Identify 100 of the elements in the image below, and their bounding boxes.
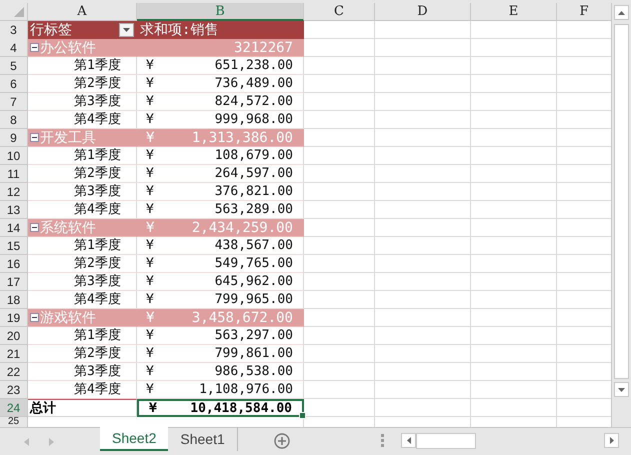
amount-text: 438,567.00 [214, 239, 293, 252]
row-number[interactable]: 20 [0, 327, 28, 345]
sheet-tab[interactable]: Sheet1 [168, 427, 238, 451]
row-number[interactable]: 6 [0, 75, 28, 93]
row-number[interactable]: 3 [0, 21, 28, 40]
amount-text: 2,434,259.00 [192, 220, 293, 234]
row-number[interactable]: 24 [0, 399, 28, 417]
amount-text: 651,238.00 [214, 59, 293, 72]
collapse-icon[interactable] [30, 223, 39, 232]
currency-symbol: ¥ [146, 185, 154, 198]
corner-triangle-icon [14, 7, 24, 17]
currency-symbol: ¥ [146, 113, 154, 126]
up-arrow-icon [618, 10, 625, 14]
horizontal-scroll-thumb[interactable] [416, 433, 476, 449]
row-number[interactable]: 15 [0, 237, 28, 255]
label-text: 第4季度 [74, 293, 121, 306]
amount-text: 645,962.00 [214, 275, 293, 288]
row-number[interactable]: 11 [0, 165, 28, 183]
label-text: 第3季度 [74, 185, 121, 198]
column-header[interactable]: D [375, 3, 471, 21]
label-text: 总计 [30, 402, 56, 414]
column-header[interactable]: A [28, 3, 137, 21]
currency-symbol: ¥ [146, 293, 154, 306]
row-number[interactable]: 19 [0, 309, 28, 327]
currency-symbol: ¥ [146, 310, 154, 324]
amount-text: 563,289.00 [214, 203, 293, 216]
row-number[interactable]: 16 [0, 255, 28, 273]
row-number[interactable]: 4 [0, 39, 28, 57]
row-number[interactable]: 23 [0, 381, 28, 399]
amount-text: 999,968.00 [214, 113, 293, 126]
label-text: 第3季度 [74, 95, 121, 108]
row-number[interactable]: 8 [0, 111, 28, 129]
fill-handle[interactable] [299, 412, 306, 419]
currency-symbol: ¥ [149, 402, 157, 414]
column-header[interactable]: E [471, 3, 557, 21]
currency-symbol: ¥ [146, 77, 154, 90]
column-header[interactable]: B [137, 3, 304, 21]
amount-text: 1,108,976.00 [199, 383, 293, 396]
currency-symbol: ¥ [146, 167, 154, 180]
label-text: 第1季度 [74, 149, 121, 162]
amount-text: 10,418,584.00 [190, 402, 292, 414]
amount-text: 824,572.00 [214, 95, 293, 108]
label-text: 第2季度 [74, 77, 121, 90]
collapse-icon[interactable] [30, 133, 39, 142]
pivot-header-cell: 求和项:销售 [137, 21, 304, 40]
plus-icon [274, 433, 290, 449]
vertical-scroll-thumb[interactable] [614, 24, 629, 379]
amount-text: 376,821.00 [214, 185, 293, 198]
header-label: 行标签 [30, 23, 72, 37]
scroll-left-button[interactable] [401, 433, 416, 448]
amount-text: 3212267 [234, 40, 293, 54]
currency-symbol: ¥ [146, 383, 154, 396]
amount-text: 736,489.00 [214, 77, 293, 90]
row-number[interactable]: 7 [0, 93, 28, 111]
label-text: 第4季度 [74, 113, 121, 126]
row-number[interactable]: 13 [0, 201, 28, 219]
label-text: 开发工具 [40, 130, 96, 144]
scroll-up-button[interactable] [614, 5, 629, 20]
label-text: 办公软件 [40, 40, 96, 54]
amount-text: 108,679.00 [214, 149, 293, 162]
row-number[interactable]: 17 [0, 273, 28, 291]
currency-symbol: ¥ [146, 220, 154, 234]
row-number[interactable]: 12 [0, 183, 28, 201]
amount-text: 799,965.00 [214, 293, 293, 306]
amount-text: 264,597.00 [214, 167, 293, 180]
column-header[interactable]: F [557, 3, 612, 21]
currency-symbol: ¥ [146, 239, 154, 252]
row-number[interactable]: 14 [0, 219, 28, 237]
add-sheet-button[interactable] [272, 433, 291, 451]
currency-symbol: ¥ [146, 365, 154, 378]
left-arrow-icon [406, 437, 410, 444]
row-number[interactable]: 21 [0, 345, 28, 363]
collapse-icon[interactable] [30, 43, 39, 52]
sheet-tab[interactable]: Sheet2 [100, 427, 168, 451]
label-text: 系统软件 [40, 220, 96, 234]
down-arrow-icon [618, 388, 625, 392]
scroll-right-button[interactable] [604, 433, 619, 448]
collapse-icon[interactable] [30, 313, 39, 322]
caret-icon [123, 28, 130, 32]
filter-dropdown-button[interactable] [119, 23, 134, 37]
row-number[interactable]: 10 [0, 147, 28, 165]
amount-text: 563,297.00 [214, 329, 293, 342]
row-number[interactable]: 22 [0, 363, 28, 381]
label-text: 第1季度 [74, 329, 121, 342]
amount-text: 1,313,386.00 [192, 130, 293, 144]
label-text: 游戏软件 [40, 310, 96, 324]
column-header[interactable]: C [304, 3, 375, 21]
label-text: 第2季度 [74, 347, 121, 360]
row-number[interactable]: 9 [0, 129, 28, 147]
row-number[interactable]: 5 [0, 57, 28, 75]
drag-handle-icon[interactable] [380, 434, 384, 447]
currency-symbol: ¥ [146, 149, 154, 162]
currency-symbol: ¥ [146, 275, 154, 288]
row-number[interactable]: 18 [0, 291, 28, 309]
label-text: 第3季度 [74, 275, 121, 288]
currency-symbol: ¥ [146, 203, 154, 216]
label-text: 第2季度 [74, 167, 121, 180]
row-number[interactable]: 25 [0, 417, 28, 427]
currency-symbol: ¥ [146, 95, 154, 108]
scroll-down-button[interactable] [614, 382, 629, 397]
